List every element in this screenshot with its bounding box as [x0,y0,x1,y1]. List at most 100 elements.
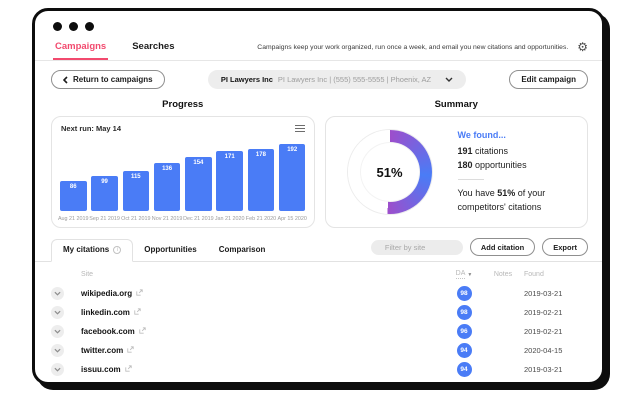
edit-campaign-button[interactable]: Edit campaign [509,70,588,89]
we-found-label: We found... [458,129,583,143]
citations-count-line: 191 citations [458,145,583,159]
progress-bar[interactable]: 171 [216,151,243,211]
progress-card: Next run: May 14 86Aug 21 2019 99Sep 21 … [51,116,315,228]
progress-bar[interactable]: 115 [123,171,150,211]
progress-bar[interactable]: 99 [91,176,118,211]
found-date: 2019-02-21 [524,327,586,336]
filter-search-box[interactable] [371,240,463,255]
external-link-icon[interactable] [134,308,141,317]
edit-button-label: Edit campaign [521,75,576,84]
tab-campaigns[interactable]: Campaigns [53,37,108,60]
bar-value: 178 [256,152,266,211]
top-nav: Campaigns Searches Campaigns keep your w… [35,34,602,61]
window-dot-icon[interactable] [85,22,94,31]
table-row: issuu.com 94 2019-03-21 [51,360,586,379]
export-button[interactable]: Export [542,238,588,256]
nav-help-text: Campaigns keep your work organized, run … [257,44,568,51]
da-badge: 98 [457,305,472,320]
next-run-label: Next run: May 14 [61,124,121,133]
progress-section-title: Progress [51,99,315,110]
tab-opportunities[interactable]: Opportunities [133,240,207,261]
gear-icon[interactable]: ⚙ [577,41,588,53]
progress-bar[interactable]: 154 [185,157,212,211]
add-citation-button[interactable]: Add citation [470,238,535,256]
competitor-citations-line: You have 51% of your competitors' citati… [458,187,583,215]
found-date: 2019-03-21 [524,289,586,298]
citations-table: Site DA▼ Notes Found wikipedia.org 98 20… [35,262,602,379]
da-badge: 94 [457,343,472,358]
row-expand-button[interactable] [51,306,64,319]
campaign-select[interactable]: PI Lawyers Inc PI Lawyers Inc | (555) 55… [208,70,466,89]
bar-value: 154 [193,160,203,211]
column-site: Site [81,271,446,278]
return-to-campaigns-button[interactable]: Return to campaigns [51,70,165,89]
window-dot-icon[interactable] [69,22,78,31]
bar-value: 136 [162,166,172,211]
info-icon[interactable]: i [113,246,121,254]
progress-bar[interactable]: 136 [154,163,181,211]
donut-center-label: 51% [376,165,402,180]
column-notes: Notes [494,271,512,278]
table-row: twitter.com 94 2020-04-15 [51,341,586,360]
chevron-down-icon [54,291,61,296]
chart-menu-icon[interactable] [295,125,305,134]
sort-desc-icon: ▼ [467,272,472,278]
external-link-icon[interactable] [136,289,143,298]
table-row: wikipedia.org 98 2019-03-21 [51,284,586,303]
window-dot-icon[interactable] [53,22,62,31]
return-button-label: Return to campaigns [73,75,153,84]
external-link-icon[interactable] [125,365,132,374]
progress-bar[interactable]: 192 [279,144,306,211]
bar-category-label: Feb 21 2020 [246,216,276,222]
summary-card: 51% We found... 191 citations 180 opport… [325,116,589,228]
summary-donut-chart: 51% [348,130,432,214]
summary-section-title: Summary [325,99,589,110]
external-link-icon[interactable] [139,327,146,336]
chevron-left-icon [63,76,68,84]
table-row: linkedin.com 98 2019-02-21 [51,303,586,322]
table-row: facebook.com 96 2019-02-21 [51,322,586,341]
site-name[interactable]: facebook.com [81,327,135,336]
row-expand-button[interactable] [51,325,64,338]
found-date: 2019-02-21 [524,308,586,317]
app-window: Campaigns Searches Campaigns keep your w… [32,8,605,385]
bar-category-label: Jan 21 2020 [215,216,245,222]
citations-tabbar: My citations i Opportunities Comparison … [35,228,602,262]
tab-label: My citations [63,245,109,254]
da-badge: 94 [457,362,472,377]
chevron-down-icon [54,329,61,334]
tab-comparison[interactable]: Comparison [208,240,277,261]
progress-bar[interactable]: 178 [248,149,275,211]
bar-value: 99 [101,179,108,211]
bar-category-label: Nov 21 2019 [152,216,183,222]
campaign-name: PI Lawyers Inc [221,75,273,84]
tab-my-citations[interactable]: My citations i [51,239,133,262]
table-header-row: Site DA▼ Notes Found [51,262,586,284]
bar-category-label: Apr 15 2020 [278,216,307,222]
progress-bar[interactable]: 86 [60,181,87,211]
filter-by-site-input[interactable] [385,243,455,252]
summary-divider [458,179,484,180]
site-name[interactable]: twitter.com [81,346,123,355]
bar-category-label: Oct 21 2019 [121,216,150,222]
row-expand-button[interactable] [51,363,64,376]
tab-searches[interactable]: Searches [132,37,174,60]
da-badge: 96 [457,324,472,339]
row-expand-button[interactable] [51,287,64,300]
site-name[interactable]: wikipedia.org [81,289,132,298]
bar-value: 115 [131,174,141,211]
bar-category-label: Aug 21 2019 [58,216,89,222]
chevron-down-icon [54,348,61,353]
window-titlebar [35,11,602,34]
bar-value: 192 [287,147,297,211]
da-badge: 98 [457,286,472,301]
external-link-icon[interactable] [127,346,134,355]
row-expand-button[interactable] [51,344,64,357]
chevron-down-icon [54,310,61,315]
column-found: Found [524,271,586,278]
column-da[interactable]: DA▼ [456,270,473,279]
site-name[interactable]: linkedin.com [81,308,130,317]
chevron-down-icon [445,77,453,82]
chevron-down-icon [54,367,61,372]
site-name[interactable]: issuu.com [81,365,121,374]
